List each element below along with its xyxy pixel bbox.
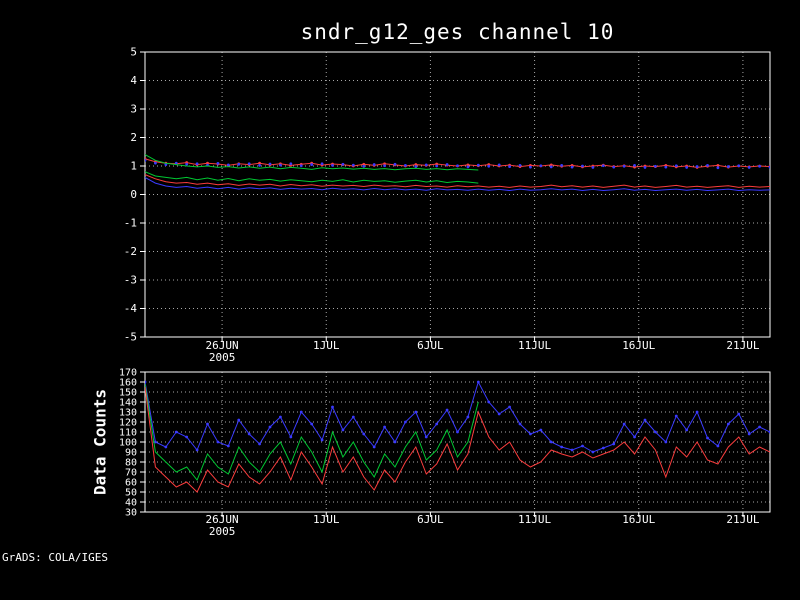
svg-text:4: 4: [130, 74, 137, 87]
svg-text:160: 160: [119, 378, 137, 389]
svg-text:11JUL: 11JUL: [518, 513, 551, 526]
svg-text:40: 40: [125, 498, 137, 509]
svg-text:0: 0: [130, 188, 137, 201]
svg-text:3: 3: [130, 103, 137, 116]
svg-text:50: 50: [125, 488, 137, 499]
grads-credit-text: GrADS: COLA/IGES: [2, 551, 108, 564]
svg-text:-2: -2: [124, 245, 137, 258]
svg-text:80: 80: [125, 458, 137, 469]
svg-text:120: 120: [119, 418, 137, 429]
svg-text:-5: -5: [124, 331, 137, 344]
chart-canvas: -5-4-3-2-101234526JUN20051JUL 6JUL 11JUL 16…: [119, 46, 771, 538]
svg-text:-3: -3: [124, 274, 137, 287]
svg-text:100: 100: [119, 438, 137, 449]
svg-text:1: 1: [130, 160, 137, 173]
svg-text:5: 5: [130, 46, 137, 59]
svg-text:170: 170: [119, 368, 137, 379]
svg-text:140: 140: [119, 398, 137, 409]
svg-text:-1: -1: [124, 217, 137, 230]
svg-text:110: 110: [119, 428, 137, 439]
svg-text:16JUL: 16JUL: [622, 513, 655, 526]
svg-text:2005: 2005: [209, 351, 236, 364]
svg-text:21JUL: 21JUL: [726, 339, 759, 352]
svg-text:70: 70: [125, 468, 137, 479]
svg-text:90: 90: [125, 448, 137, 459]
svg-text:130: 130: [119, 408, 137, 419]
svg-text:6JUL: 6JUL: [417, 339, 444, 352]
svg-text:21JUL: 21JUL: [726, 513, 759, 526]
svg-text:1JUL: 1JUL: [313, 339, 340, 352]
svg-text:2005: 2005: [209, 525, 236, 538]
svg-text:16JUL: 16JUL: [622, 339, 655, 352]
svg-text:150: 150: [119, 388, 137, 399]
svg-text:11JUL: 11JUL: [518, 339, 551, 352]
svg-text:6JUL: 6JUL: [417, 513, 444, 526]
y-axis-label-data-counts: Data Counts: [90, 389, 110, 495]
svg-text:60: 60: [125, 478, 137, 489]
svg-text:30: 30: [125, 508, 137, 519]
svg-text:2: 2: [130, 131, 137, 144]
svg-text:1JUL: 1JUL: [313, 513, 340, 526]
svg-text:-4: -4: [124, 302, 138, 315]
